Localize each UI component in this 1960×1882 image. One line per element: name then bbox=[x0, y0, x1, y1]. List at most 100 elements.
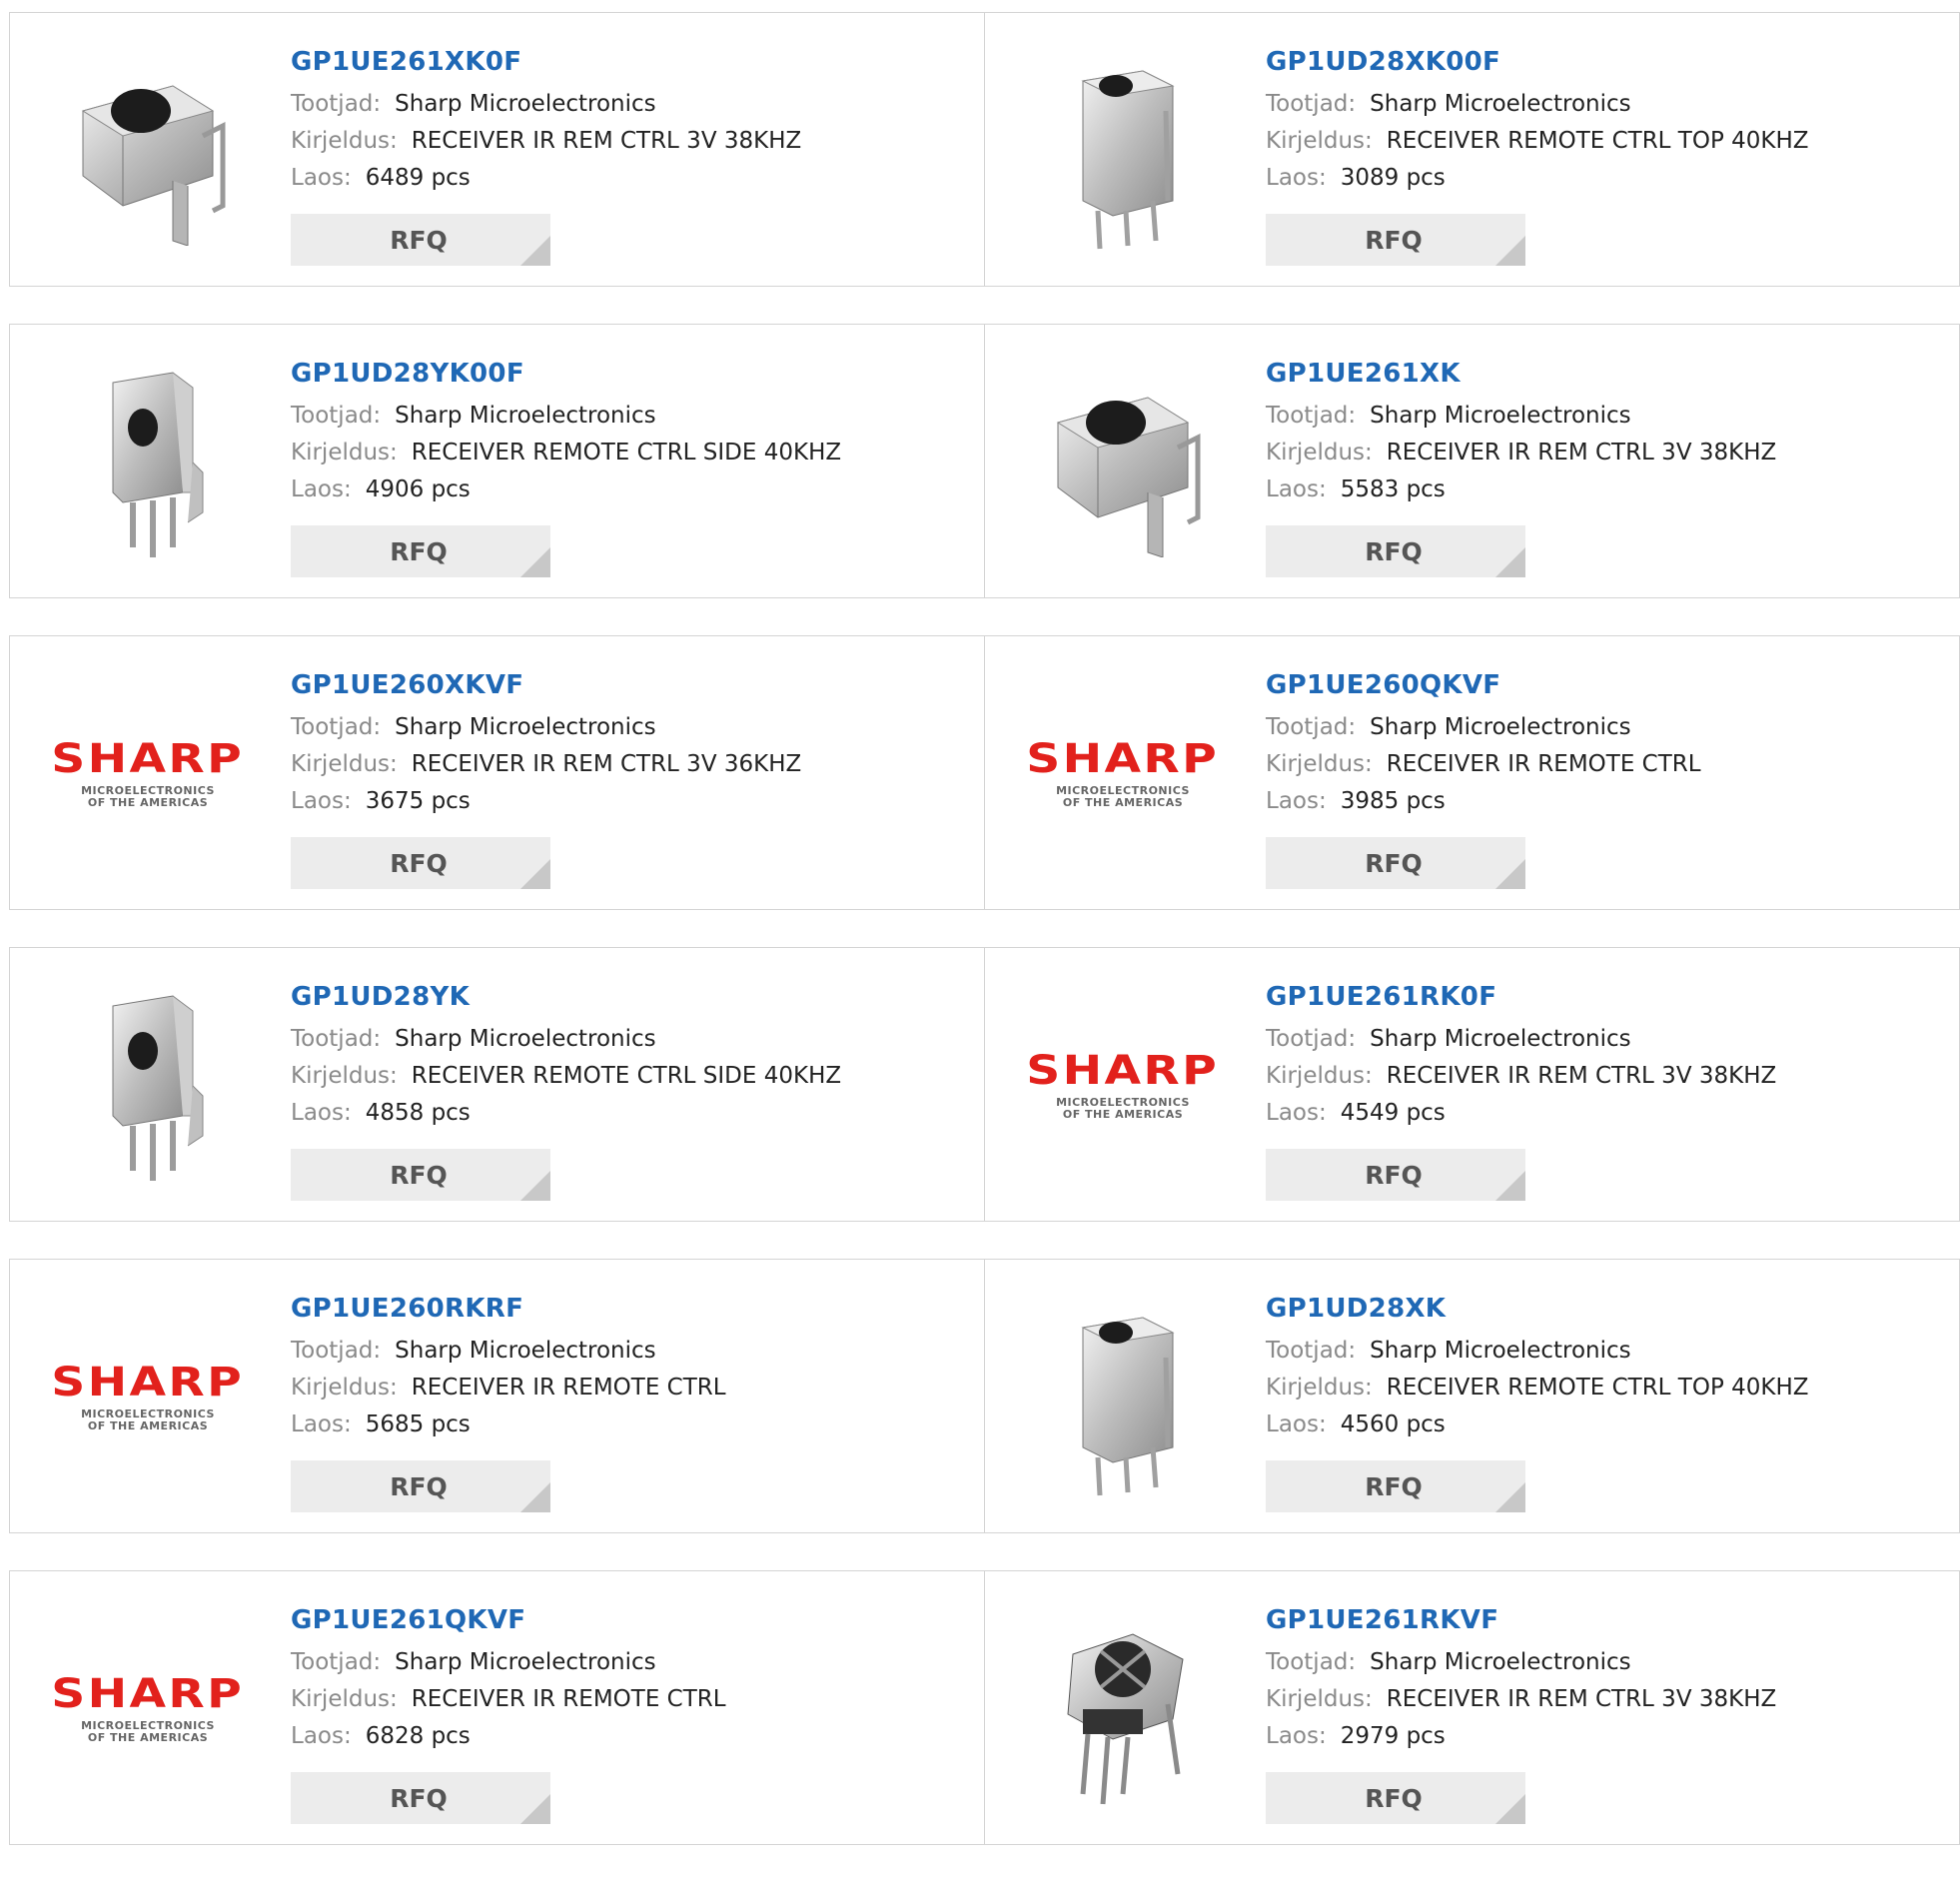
description-line: Kirjeldus: RECEIVER IR REM CTRL 3V 38KHZ bbox=[291, 123, 974, 160]
manufacturer-value: Sharp Microelectronics bbox=[395, 1338, 656, 1364]
metal-top-receiver-photo bbox=[81, 85, 226, 246]
rfq-label: RFQ bbox=[1365, 1160, 1423, 1190]
description-line: Kirjeldus: RECEIVER IR REM CTRL 3V 36KHZ bbox=[291, 746, 974, 783]
product-image[interactable] bbox=[48, 363, 248, 562]
description-value: RECEIVER REMOTE CTRL TOP 40KHZ bbox=[1386, 128, 1809, 154]
product-image[interactable] bbox=[1023, 1609, 1223, 1809]
description-line: Kirjeldus: RECEIVER IR REMOTE CTRL bbox=[1266, 746, 1949, 783]
part-number-link[interactable]: GP1UD28XK00F bbox=[1266, 46, 1949, 86]
product-info: GP1UD28XK00F Tootjad: Sharp Microelectron… bbox=[1266, 46, 1949, 197]
stock-line: Laos: 3089 pcs bbox=[1266, 160, 1949, 197]
description-label: Kirjeldus: bbox=[291, 440, 398, 466]
product-image[interactable]: SHARP MICROELECTRONICS OF THE AMERICAS bbox=[1023, 986, 1223, 1186]
stock-line: Laos: 2979 pcs bbox=[1266, 1718, 1949, 1755]
sharp-logo-word: SHARP bbox=[1026, 1048, 1220, 1094]
product-grid: GP1UE261XK0F Tootjad: Sharp Microelectron… bbox=[9, 12, 1960, 1882]
sharp-logo-word: SHARP bbox=[51, 736, 245, 782]
description-label: Kirjeldus: bbox=[1266, 440, 1373, 466]
description-value: RECEIVER IR REM CTRL 3V 38KHZ bbox=[411, 128, 802, 154]
stock-line: Laos: 3985 pcs bbox=[1266, 783, 1949, 820]
stock-value: 6828 pcs bbox=[365, 1723, 471, 1749]
rfq-button[interactable]: RFQ bbox=[291, 1772, 550, 1824]
manufacturer-value: Sharp Microelectronics bbox=[395, 1026, 656, 1052]
manufacturer-line: Tootjad: Sharp Microelectronics bbox=[1266, 709, 1949, 746]
manufacturer-label: Tootjad: bbox=[1266, 1649, 1357, 1675]
rfq-label: RFQ bbox=[1365, 1783, 1423, 1813]
description-value: RECEIVER IR REM CTRL 3V 38KHZ bbox=[1386, 1686, 1777, 1712]
description-value: RECEIVER IR REMOTE CTRL bbox=[1386, 751, 1701, 777]
rfq-button[interactable]: RFQ bbox=[1266, 1460, 1525, 1512]
manufacturer-label: Tootjad: bbox=[1266, 403, 1357, 429]
part-number-link[interactable]: GP1UE261QKVF bbox=[291, 1604, 974, 1644]
product-image[interactable]: SHARP MICROELECTRONICS OF THE AMERICAS bbox=[1023, 674, 1223, 874]
rfq-button[interactable]: RFQ bbox=[1266, 837, 1525, 889]
part-number-link[interactable]: GP1UE261XK0F bbox=[291, 46, 974, 86]
rfq-button[interactable]: RFQ bbox=[1266, 1772, 1525, 1824]
part-number-link[interactable]: GP1UE260RKRF bbox=[291, 1293, 974, 1333]
corner-decoration bbox=[1495, 1171, 1525, 1201]
description-line: Kirjeldus: RECEIVER REMOTE CTRL TOP 40KHZ bbox=[1266, 123, 1949, 160]
description-label: Kirjeldus: bbox=[291, 1686, 398, 1712]
part-number-link[interactable]: GP1UE261XK bbox=[1266, 358, 1949, 398]
product-image[interactable] bbox=[1023, 363, 1223, 562]
product-card: SHARP MICROELECTRONICS OF THE AMERICAS GP1… bbox=[984, 635, 1960, 910]
sharp-logo-word: SHARP bbox=[51, 1360, 245, 1406]
rfq-button[interactable]: RFQ bbox=[1266, 525, 1525, 577]
stock-label: Laos: bbox=[1266, 165, 1327, 191]
product-info: GP1UE261RK0F Tootjad: Sharp Microelectron… bbox=[1266, 981, 1949, 1132]
product-info: GP1UE260RKRF Tootjad: Sharp Microelectron… bbox=[291, 1293, 974, 1443]
part-number-link[interactable]: GP1UD28XK bbox=[1266, 1293, 1949, 1333]
side-receiver-photo bbox=[112, 372, 204, 557]
rfq-label: RFQ bbox=[1365, 1471, 1423, 1501]
manufacturer-value: Sharp Microelectronics bbox=[395, 91, 656, 117]
rfq-button[interactable]: RFQ bbox=[1266, 1149, 1525, 1201]
part-number-link[interactable]: GP1UD28YK bbox=[291, 981, 974, 1021]
manufacturer-label: Tootjad: bbox=[291, 714, 382, 740]
product-image[interactable] bbox=[48, 51, 248, 251]
stock-line: Laos: 4858 pcs bbox=[291, 1095, 974, 1132]
stock-value: 2979 pcs bbox=[1340, 1723, 1446, 1749]
manufacturer-label: Tootjad: bbox=[291, 1026, 382, 1052]
description-line: Kirjeldus: RECEIVER REMOTE CTRL SIDE 40KH… bbox=[291, 1058, 974, 1095]
part-number-link[interactable]: GP1UE261RKVF bbox=[1266, 1604, 1949, 1644]
product-row: SHARP MICROELECTRONICS OF THE AMERICAS GP1… bbox=[9, 1570, 1960, 1845]
rfq-button[interactable]: RFQ bbox=[291, 525, 550, 577]
rfq-button[interactable]: RFQ bbox=[1266, 214, 1525, 266]
rfq-button[interactable]: RFQ bbox=[291, 1460, 550, 1512]
rfq-label: RFQ bbox=[1365, 225, 1423, 255]
product-image[interactable]: SHARP MICROELECTRONICS OF THE AMERICAS bbox=[48, 674, 248, 874]
product-image[interactable]: SHARP MICROELECTRONICS OF THE AMERICAS bbox=[48, 1298, 248, 1497]
product-card: SHARP MICROELECTRONICS OF THE AMERICAS GP1… bbox=[9, 1570, 985, 1845]
part-number-link[interactable]: GP1UE260QKVF bbox=[1266, 669, 1949, 709]
product-image[interactable] bbox=[1023, 51, 1223, 251]
corner-decoration bbox=[520, 1794, 550, 1824]
metal-top-receiver-photo bbox=[1056, 397, 1201, 557]
product-info: GP1UD28YK00F Tootjad: Sharp Microelectron… bbox=[291, 358, 974, 508]
manufacturer-value: Sharp Microelectronics bbox=[395, 1649, 656, 1675]
part-number-link[interactable]: GP1UD28YK00F bbox=[291, 358, 974, 398]
part-number-link[interactable]: GP1UE260XKVF bbox=[291, 669, 974, 709]
corner-decoration bbox=[520, 859, 550, 889]
part-number-link[interactable]: GP1UE261RK0F bbox=[1266, 981, 1949, 1021]
rfq-button[interactable]: RFQ bbox=[291, 1149, 550, 1201]
product-info: GP1UE261XK0F Tootjad: Sharp Microelectron… bbox=[291, 46, 974, 197]
manufacturer-value: Sharp Microelectronics bbox=[1370, 91, 1631, 117]
sharp-logo-word: SHARP bbox=[51, 1671, 245, 1717]
product-image[interactable]: SHARP MICROELECTRONICS OF THE AMERICAS bbox=[48, 1609, 248, 1809]
stock-value: 6489 pcs bbox=[365, 165, 471, 191]
description-label: Kirjeldus: bbox=[1266, 128, 1373, 154]
description-label: Kirjeldus: bbox=[1266, 1686, 1373, 1712]
description-label: Kirjeldus: bbox=[1266, 751, 1373, 777]
product-image[interactable] bbox=[1023, 1298, 1223, 1497]
product-image[interactable] bbox=[48, 986, 248, 1186]
corner-decoration bbox=[1495, 859, 1525, 889]
manufacturer-value: Sharp Microelectronics bbox=[1370, 714, 1631, 740]
sharp-logo: SHARP MICROELECTRONICS OF THE AMERICAS bbox=[48, 739, 248, 809]
rfq-button[interactable]: RFQ bbox=[291, 837, 550, 889]
stock-line: Laos: 6828 pcs bbox=[291, 1718, 974, 1755]
description-label: Kirjeldus: bbox=[1266, 1063, 1373, 1089]
rfq-label: RFQ bbox=[1365, 536, 1423, 566]
product-info: GP1UD28YK Tootjad: Sharp Microelectronics… bbox=[291, 981, 974, 1132]
rfq-button[interactable]: RFQ bbox=[291, 214, 550, 266]
manufacturer-line: Tootjad: Sharp Microelectronics bbox=[1266, 1333, 1949, 1370]
